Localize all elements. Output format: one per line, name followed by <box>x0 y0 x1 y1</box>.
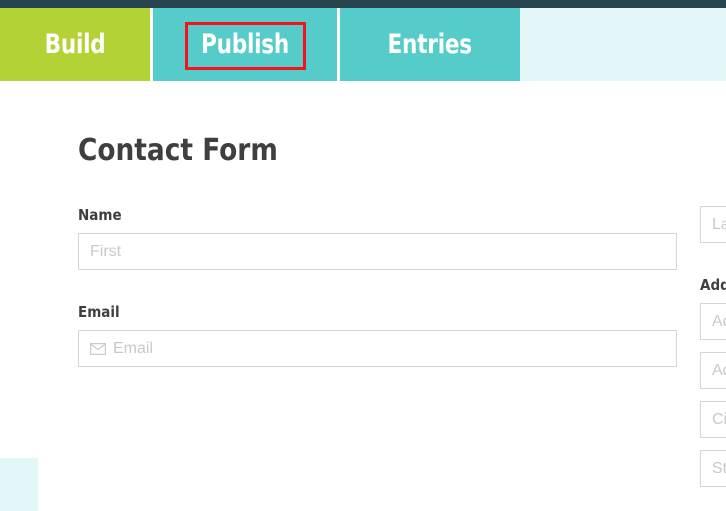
envelope-icon <box>90 342 106 355</box>
input-address-line-1-placeholder: Address Line 1 <box>712 312 726 330</box>
field-spacer <box>700 389 726 401</box>
input-address-line-2[interactable]: Address Line 2 <box>700 352 726 389</box>
input-first-name-placeholder: First <box>90 242 122 260</box>
field-label-email: Email <box>78 303 120 321</box>
form-preview-canvas: Contact Form Name First Email Email L Ad… <box>0 81 726 511</box>
input-email[interactable]: Email <box>78 330 677 367</box>
field-group-address: Address Address Line 1 Address Line 2 Ci… <box>700 276 726 487</box>
input-address-line-2-placeholder: Address Line 2 <box>712 361 726 379</box>
input-address-line-1[interactable]: Address Line 1 <box>700 303 726 340</box>
tab-build[interactable]: Build <box>0 8 153 81</box>
field-group-name: Name First <box>78 206 677 270</box>
field-label-name: Name <box>78 206 122 224</box>
tab-publish[interactable]: Publish <box>153 8 340 81</box>
field-group-email: Email Email <box>78 303 677 367</box>
field-spacer <box>700 438 726 450</box>
main-tab-bar: Build Publish Entries <box>0 8 726 81</box>
field-group-last-name: Last <box>700 206 726 243</box>
tab-publish-label: Publish <box>200 29 290 60</box>
input-first-name[interactable]: First <box>78 233 677 270</box>
input-city[interactable]: City <box>700 401 726 438</box>
input-last-name-placeholder: Last <box>712 215 726 233</box>
tab-bar-filler <box>520 8 726 81</box>
tab-entries[interactable]: Entries <box>340 8 520 81</box>
input-last-name[interactable]: Last <box>700 206 726 243</box>
input-state[interactable]: State <box>700 450 726 487</box>
input-state-placeholder: State <box>712 459 726 477</box>
top-window-strip <box>0 0 726 8</box>
field-label-address: Address <box>700 276 726 294</box>
field-spacer <box>700 340 726 352</box>
input-city-placeholder: City <box>712 410 726 428</box>
form-column-left: Name First Email Email <box>78 206 677 400</box>
tab-build-label: Build <box>44 29 106 60</box>
page-title: Contact Form <box>78 133 278 168</box>
form-column-right: Last Address Address Line 1 Address Line… <box>700 206 726 511</box>
input-email-placeholder: Email <box>113 339 154 357</box>
tab-entries-label: Entries <box>387 29 473 60</box>
bottom-left-accent-block <box>0 458 38 511</box>
